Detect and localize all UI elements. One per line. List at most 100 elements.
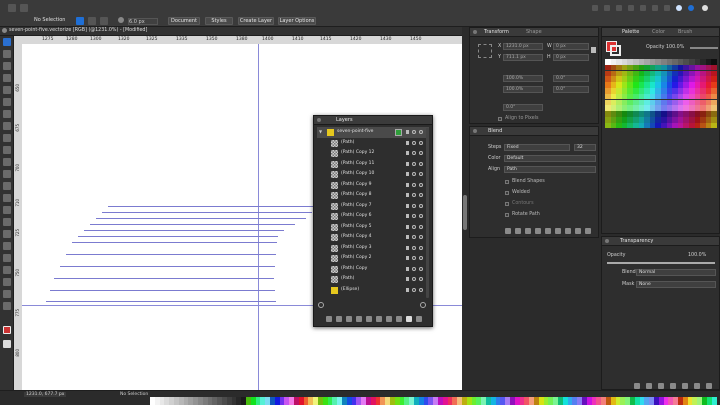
steps-value-field[interactable]: 32 [574,144,596,151]
vertical-guide[interactable] [258,44,259,390]
align-icon[interactable] [628,5,634,11]
pen-tool-icon[interactable] [3,74,11,82]
styles-button[interactable]: Styles [205,17,233,25]
palette-swatch[interactable] [711,59,717,65]
path-line[interactable] [46,301,276,302]
select-circle-icon[interactable] [419,182,423,187]
layer-row[interactable]: (Path) Copy 5 [317,222,429,233]
layer-pixel-icon[interactable] [386,316,392,322]
palette-swatch[interactable] [711,76,717,82]
lock-icon[interactable] [406,287,409,292]
blend-op-icon[interactable] [555,228,561,234]
tab-transform[interactable]: Transform [484,29,509,36]
opacity-value[interactable]: 100.0% [666,45,684,50]
palette-swatch[interactable] [711,122,717,129]
palette-swatch[interactable] [711,105,717,111]
frame-text-icon[interactable] [3,254,11,262]
select-circle-icon[interactable] [419,193,423,197]
path-line[interactable] [78,236,278,237]
zoom-layer-icon[interactable] [420,302,426,308]
panel-op-icon[interactable] [694,383,700,389]
star-tool-icon[interactable] [3,218,11,226]
lock-aspect-icon[interactable] [591,47,596,53]
polygon-tool-icon[interactable] [3,230,11,238]
path-line[interactable] [60,266,275,267]
scale-y-field[interactable]: 100.0% [503,86,543,93]
help-icon[interactable] [702,5,708,11]
layer-row[interactable]: (Path) Copy 10 [317,169,429,180]
align-pixels-checkbox[interactable] [498,117,502,121]
persona-icon[interactable] [688,5,694,11]
tab-palette[interactable]: Palette [622,29,639,36]
mask-dropdown[interactable]: None [636,281,716,288]
welded-checkbox[interactable] [505,191,509,195]
layer-row[interactable]: ▼ seven-point-five [317,127,429,138]
layer-mask-icon[interactable] [336,316,342,322]
color-wheel-icon[interactable] [676,5,682,11]
tab-color[interactable]: Color [652,29,665,36]
eyedropper-tool-icon[interactable] [3,302,11,310]
visibility-icon[interactable] [412,161,416,166]
layer-settings-icon[interactable] [326,316,332,322]
close-icon[interactable] [317,118,321,122]
layer-row[interactable]: (Path) Copy 9 [317,180,429,191]
visibility-icon[interactable] [412,224,416,229]
layer-row[interactable]: (Path) [317,274,429,285]
close-icon[interactable] [473,30,477,34]
select-circle-icon[interactable] [419,277,423,281]
select-circle-icon[interactable] [419,266,423,271]
layer-fx-icon[interactable] [356,316,362,322]
artistic-text-icon[interactable] [3,242,11,250]
path-line[interactable] [50,290,275,291]
lock-icon[interactable] [406,161,409,166]
anchor-grid-icon[interactable] [478,44,492,58]
zoom-tool-icon[interactable] [3,170,11,178]
visibility-icon[interactable] [412,172,416,176]
layer-row[interactable]: (Path) Copy 6 [317,211,429,222]
snap-icon[interactable] [118,17,124,23]
palette-swatch[interactable] [711,82,717,88]
visibility-icon[interactable] [412,245,416,250]
layers-panel-header[interactable]: Layers [314,116,432,125]
visibility-icon[interactable] [412,256,416,260]
document-title[interactable]: seven-point-five.vectorize [RGB] (@1231.… [9,28,147,34]
text-tool-icon[interactable] [3,122,11,130]
blend-op-icon[interactable] [545,228,551,234]
document-button[interactable]: Document [168,17,200,25]
slice-tool-icon[interactable] [3,278,11,286]
layer-row[interactable]: (Path) Copy 3 [317,243,429,254]
transform-tool-icon[interactable] [100,17,108,25]
stroke-swatch[interactable] [610,45,621,56]
table-tool-icon[interactable] [3,266,11,274]
align-dropdown[interactable]: Path [504,166,596,173]
panel-op-icon[interactable] [670,383,676,389]
grid-icon[interactable] [604,5,610,11]
palette-grid[interactable] [605,59,717,129]
path-line[interactable] [108,206,318,207]
fill-color-icon[interactable] [3,326,11,334]
select-circle-icon[interactable] [419,172,423,176]
path-line[interactable] [66,254,276,255]
lock-icon[interactable] [406,256,409,260]
rectangle-tool-icon[interactable] [3,194,11,202]
visibility-icon[interactable] [412,182,416,187]
blend-op-icon[interactable] [565,228,571,234]
layer-row[interactable]: (Path) Copy 2 [317,253,429,264]
visibility-icon[interactable] [412,151,416,155]
arrange-icon[interactable] [640,5,646,11]
visibility-icon[interactable] [412,287,416,292]
visibility-icon[interactable] [412,266,416,271]
undo-icon[interactable] [8,4,16,12]
redo-icon[interactable] [20,4,28,12]
move-tool-icon[interactable] [3,38,11,46]
shape-tool-icon[interactable] [3,134,11,142]
visibility-icon[interactable] [412,277,416,281]
path-line[interactable] [54,278,274,279]
layer-row[interactable]: (Path) [317,138,429,149]
blend-mode-dropdown[interactable]: Normal [636,269,716,276]
layer-row[interactable]: (Path) Copy 7 [317,201,429,212]
panel-op-icon[interactable] [706,383,712,389]
palette-swatch[interactable] [711,99,717,106]
shape-icon[interactable] [664,5,670,11]
tab-brush[interactable]: Brush [678,29,692,36]
